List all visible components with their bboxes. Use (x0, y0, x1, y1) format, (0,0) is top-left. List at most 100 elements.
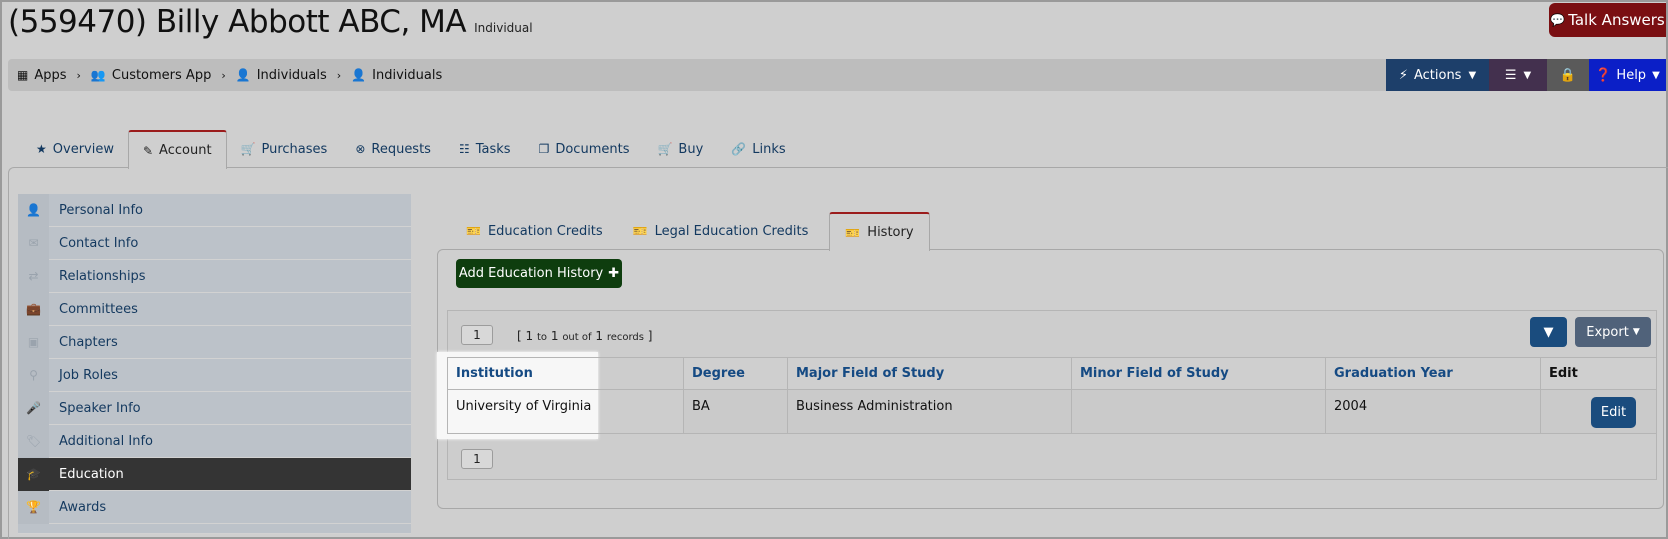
user-icon: 👤 (235, 68, 251, 82)
tab-tasks[interactable]: ☷ Tasks (445, 130, 525, 168)
help-button[interactable]: ❓ Help ▼ (1589, 59, 1666, 91)
filter-button[interactable]: ▼ (1530, 317, 1567, 347)
sidebar-item-chapters[interactable]: ▣ Chapters (18, 325, 411, 359)
sidebar-item-label: Job Roles (59, 367, 118, 383)
edit-icon: ✎ (142, 143, 154, 158)
sidebar-item-label: Relationships (59, 268, 146, 284)
microphone-icon: 🎤 (18, 391, 49, 425)
tab-history[interactable]: 🎫 History (829, 212, 930, 251)
add-education-history-button[interactable]: Add Education History ✚ (456, 259, 622, 288)
retweet-icon: ⇄ (18, 259, 49, 293)
list-menu-button[interactable]: ☰ ▼ (1489, 59, 1547, 91)
sidebar-item-label: Speaker Info (59, 400, 141, 416)
tab-label: Documents (555, 141, 630, 157)
sidebar-item-relationships[interactable]: ⇄ Relationships (18, 259, 411, 293)
tasks-icon: ☷ (458, 142, 470, 156)
ticket-icon: 🎫 (845, 225, 861, 240)
cell-degree: BA (684, 390, 788, 434)
sidebar-item-awards[interactable]: 🏆 Awards (18, 490, 411, 524)
tab-links[interactable]: 🔗 Links (717, 130, 799, 168)
sidebar-item-label: Contact Info (59, 235, 139, 251)
tab-legal-education-credits[interactable]: 🎫 Legal Education Credits (618, 212, 824, 250)
graduation-cap-icon: 🎓 (18, 457, 49, 491)
breadcrumb-item-customers-app[interactable]: Customers App (112, 68, 211, 83)
sidebar-item-label: Chapters (59, 334, 118, 350)
circle-x-icon: ⊗ (355, 142, 366, 156)
envelope-icon: ✉ (18, 226, 49, 260)
sitemap-icon: ⚲ (18, 358, 49, 392)
cell-graduation-year: 2004 (1326, 390, 1541, 434)
export-label: Export (1586, 324, 1629, 340)
user-icon: 👤 (18, 193, 49, 227)
main-tabs: ★ Overview ✎ Account 🛒 Purchases ⊗ Requests … (22, 130, 800, 169)
page-number-top[interactable]: 1 (461, 325, 493, 345)
copy-icon: ❐ (538, 142, 550, 156)
tab-label: Requests (371, 141, 431, 157)
sidebar-item-committees[interactable]: 💼 Committees (18, 292, 411, 326)
sidebar-item-label: Awards (59, 499, 107, 515)
chevron-down-icon: ▼ (1632, 327, 1640, 337)
tab-label: Tasks (475, 141, 511, 157)
tab-account[interactable]: ✎ Account (127, 130, 227, 169)
tab-requests[interactable]: ⊗ Requests (341, 130, 445, 168)
breadcrumb-item-individuals-current: Individuals (372, 67, 443, 83)
actions-button[interactable]: ⚡ Actions ▼ (1386, 59, 1489, 91)
tab-documents[interactable]: ❐ Documents (525, 130, 644, 168)
breadcrumb: ▦ Apps › 👥 Customers App › 👤 Individuals… (17, 59, 442, 91)
tab-label: Account (159, 143, 212, 158)
sidebar-item-additional-info[interactable]: 🏷 Additional Info (18, 424, 411, 458)
users-icon: 👥 (90, 68, 106, 82)
tab-label: Overview (52, 141, 114, 157)
tab-label: Buy (678, 141, 704, 157)
ticket-icon: 🎫 (466, 224, 481, 238)
export-button[interactable]: Export ▼ (1575, 317, 1651, 347)
breadcrumb-item-apps[interactable]: Apps (34, 68, 66, 83)
column-header-institution[interactable]: Institution (447, 357, 684, 390)
sidebar-item-label: Personal Info (59, 202, 143, 218)
cell-minor (1072, 390, 1326, 434)
sidebar-item-job-roles[interactable]: ⚲ Job Roles (18, 358, 411, 392)
sidebar-item-speaker-info[interactable]: 🎤 Speaker Info (18, 391, 411, 425)
tab-education-credits[interactable]: 🎫 Education Credits (451, 212, 618, 250)
tab-label: Purchases (261, 141, 328, 157)
tab-purchases[interactable]: 🛒 Purchases (227, 130, 342, 168)
records-to-word: to (536, 332, 548, 343)
tab-overview[interactable]: ★ Overview (22, 130, 128, 168)
edit-button[interactable]: Edit (1591, 397, 1636, 428)
tab-label: Legal Education Credits (654, 223, 809, 239)
plus-icon: ✚ (608, 266, 620, 281)
tab-label: History (867, 225, 914, 240)
cell-major: Business Administration (788, 390, 1072, 434)
tab-label: Education Credits (487, 223, 603, 239)
chat-icon: 💬 (1550, 13, 1566, 27)
question-icon: ❓ (1595, 67, 1612, 83)
column-header-major[interactable]: Major Field of Study (788, 357, 1072, 390)
column-header-degree[interactable]: Degree (684, 357, 788, 390)
cart-icon: 🛒 (240, 142, 256, 156)
sidebar-item-education[interactable]: 🎓 Education (18, 457, 411, 491)
records-summary: [ 1 to 1 out of 1 records ] (517, 329, 653, 343)
column-header-minor[interactable]: Minor Field of Study (1072, 357, 1326, 390)
bolt-icon: ⚡ (1398, 67, 1408, 83)
chevron-down-icon: ▼ (1468, 69, 1477, 81)
cell-institution: University of Virginia (447, 390, 684, 434)
sidebar-item-personal-info[interactable]: 👤 Personal Info (18, 193, 411, 227)
help-label: Help (1616, 67, 1647, 83)
chevron-down-icon: ▼ (1523, 69, 1532, 81)
sidebar-item-label: Additional Info (59, 433, 153, 449)
sidebar-item-contact-info[interactable]: ✉ Contact Info (18, 226, 411, 260)
tab-label: Links (752, 141, 786, 157)
filter-icon: ▼ (1543, 324, 1554, 340)
talk-answers-button[interactable]: 💬 Talk Answers (1549, 3, 1666, 37)
chevron-right-icon: › (221, 68, 226, 82)
column-header-edit: Edit (1541, 357, 1657, 390)
records-out-of-word: out of (562, 332, 592, 343)
lock-button[interactable]: 🔒 (1547, 59, 1589, 91)
actions-label: Actions (1413, 67, 1462, 83)
records-from: 1 (525, 329, 534, 343)
breadcrumb-item-individuals[interactable]: Individuals (257, 68, 327, 83)
tab-buy[interactable]: 🛒 Buy (643, 130, 717, 168)
talk-answers-label: Talk Answers (1568, 11, 1665, 29)
page-number-bottom[interactable]: 1 (461, 449, 493, 469)
column-header-graduation-year[interactable]: Graduation Year (1326, 357, 1541, 390)
